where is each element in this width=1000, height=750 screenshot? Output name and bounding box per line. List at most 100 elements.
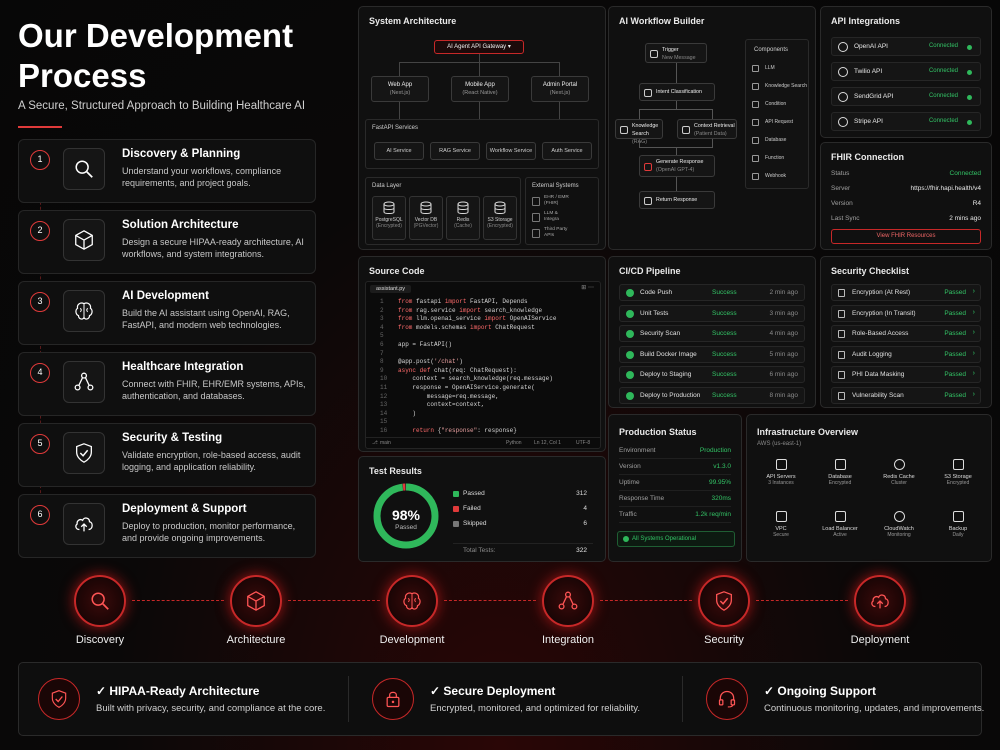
check-name: Role-Based Access (852, 330, 909, 337)
step-card-1[interactable]: 1 Discovery & Planning Understand your wor… (18, 139, 316, 203)
external-sub: Integra (544, 217, 559, 222)
timeline-node-1[interactable] (74, 575, 126, 627)
line-number: 2 (380, 306, 384, 314)
pipeline-step-1[interactable]: Code Push Success 2 min ago (619, 284, 805, 301)
test-row-1: Passed 312 (453, 489, 593, 501)
component-item-4[interactable]: API Request (752, 116, 808, 130)
api-row-2[interactable]: Twilio API Connected (831, 62, 981, 81)
db-icon (834, 459, 846, 470)
search-icon (75, 160, 93, 178)
external-system-1[interactable]: EHR / EMR (FHIR) (532, 195, 594, 209)
lock-icon (838, 309, 845, 318)
pipeline-step-3[interactable]: Security Scan Success 4 min ago (619, 325, 805, 342)
datastore-1[interactable]: PostgreSQL (Encrypted) (372, 196, 406, 240)
timeline-node-4[interactable] (542, 575, 594, 627)
component-item-1[interactable]: LLM (752, 62, 808, 76)
legend-swatch (453, 491, 459, 497)
timeline-node-5[interactable] (698, 575, 750, 627)
api-row-3[interactable]: SendGrid API Connected (831, 87, 981, 106)
step-card-4[interactable]: 4 Healthcare Integration Connect with FHIR… (18, 352, 316, 416)
service-box-4[interactable]: Auth Service (542, 142, 592, 160)
step-icon-box (63, 148, 105, 190)
infra-item-6[interactable]: Load Balancer Active (812, 509, 868, 555)
pipeline-step-5[interactable]: Deploy to Staging Success 6 min ago (619, 366, 805, 383)
lock-icon (838, 330, 845, 338)
intent-node[interactable]: Intent Classification (639, 83, 715, 101)
step-title: AI Development (122, 290, 209, 302)
component-label: Webhook (765, 173, 787, 179)
datastore-3[interactable]: Redis (Cache) (446, 196, 480, 240)
infra-item-1[interactable]: API Servers 3 Instances (753, 457, 809, 503)
editor-actions-icon[interactable]: ⊞ ⋯ (581, 284, 594, 291)
check-name: Encryption (In Transit) (852, 309, 916, 317)
step-description: Deploy to production, monitor performanc… (122, 521, 296, 543)
infra-item-8[interactable]: Backup Daily (930, 509, 986, 555)
component-item-3[interactable]: Condition (752, 98, 808, 112)
security-check-3[interactable]: Role-Based Access Passed › (831, 325, 981, 342)
infra-item-5[interactable]: VPC Secure (753, 509, 809, 555)
component-item-5[interactable]: Database (752, 134, 808, 148)
view-fhir-resources-button[interactable]: View FHIR Resources (831, 229, 981, 244)
step-card-6[interactable]: 6 Deployment & Support Deploy to productio… (18, 494, 316, 558)
security-check-1[interactable]: Encryption (At Rest) Passed › (831, 284, 981, 301)
infra-item-4[interactable]: S3 Storage Encrypted (930, 457, 986, 503)
trigger-node[interactable]: Trigger New Message (645, 43, 707, 63)
security-check-5[interactable]: PHI Data Masking Passed › (831, 366, 981, 383)
connector (712, 139, 713, 147)
code-line: 10 context = search_knowledge(req.messag… (380, 375, 553, 382)
timeline-node-3[interactable] (386, 575, 438, 627)
code-line: 7 (380, 350, 398, 357)
connector (676, 63, 677, 83)
api-row-1[interactable]: OpenAI API Connected (831, 37, 981, 56)
client-box-1[interactable]: Web App (Next.js) (371, 76, 429, 102)
knowledge-search-node[interactable]: Knowledge Search(RAG) (615, 119, 663, 145)
client-name: Admin Portal (542, 82, 578, 88)
status-dot (967, 120, 972, 125)
infra-item-3[interactable]: Redis Cache Cluster (871, 457, 927, 503)
node-sublabel: (RAG) (632, 138, 662, 146)
step-card-2[interactable]: 2 Solution Architecture Design a secure HI… (18, 210, 316, 274)
infra-item-7[interactable]: CloudWatch Monitoring (871, 509, 927, 555)
pipeline-step-2[interactable]: Unit Tests Success 3 min ago (619, 304, 805, 322)
client-box-3[interactable]: Admin Portal (Next.js) (531, 76, 589, 102)
external-systems-label: External Systems (532, 183, 579, 189)
api-row-4[interactable]: Stripe API Connected (831, 112, 981, 131)
benefit-title: ✓ Secure Deployment (430, 684, 556, 698)
datastore-4[interactable]: S3 Storage (Encrypted) (483, 196, 517, 240)
service-box-2[interactable]: RAG Service (430, 142, 480, 160)
generate-response-node[interactable]: Generate Response (OpenAI GPT-4) (639, 155, 715, 177)
component-item-2[interactable]: Knowledge Search (752, 80, 808, 94)
api-gateway-box[interactable]: AI Agent API Gateway ▾ (434, 40, 524, 54)
security-check-4[interactable]: Audit Logging Passed › (831, 345, 981, 363)
panel-title: API Integrations (831, 16, 901, 26)
datastore-2[interactable]: Vector DB (PGVector) (409, 196, 443, 240)
component-item-7[interactable]: Webhook (752, 170, 808, 184)
return-response-node[interactable]: Return Response (639, 191, 715, 209)
external-system-2[interactable]: LLM & Integra (532, 211, 594, 225)
service-box-3[interactable]: Workflow Service (486, 142, 536, 160)
external-system-3[interactable]: Third Party APIs (532, 227, 594, 241)
component-item-6[interactable]: Function (752, 152, 808, 166)
pipeline-time: 4 min ago (769, 330, 798, 337)
step-card-3[interactable]: 3 AI Development Build the AI assistant us… (18, 281, 316, 345)
pipeline-step-6[interactable]: Deploy to Production Success 8 min ago (619, 386, 805, 404)
line-number: 14 (380, 409, 388, 417)
line-number: 7 (380, 349, 384, 357)
component-label: Condition (765, 101, 787, 107)
infra-item-2[interactable]: Database Encrypted (812, 457, 868, 503)
context-retrieval-node[interactable]: Context Retrieval (Patient Data) (677, 119, 737, 139)
line-number: 9 (380, 366, 384, 374)
timeline-node-2[interactable] (230, 575, 282, 627)
timeline-connector (600, 600, 692, 601)
security-check-6[interactable]: Vulnerability Scan Passed › (831, 386, 981, 404)
pipeline-step-4[interactable]: Build Docker Image Success 5 min ago (619, 345, 805, 363)
api-name: Twilio API (854, 68, 883, 75)
security-check-2[interactable]: Encryption (In Transit) Passed › (831, 304, 981, 322)
editor-tab[interactable]: assistant.py (370, 285, 412, 293)
connector (639, 109, 713, 110)
service-box-1[interactable]: AI Service (374, 142, 424, 160)
client-box-2[interactable]: Mobile App (React Native) (451, 76, 509, 102)
fhir-key: Version (831, 200, 853, 207)
step-card-5[interactable]: 5 Security & Testing Validate encryption, … (18, 423, 316, 487)
timeline-node-6[interactable] (854, 575, 906, 627)
